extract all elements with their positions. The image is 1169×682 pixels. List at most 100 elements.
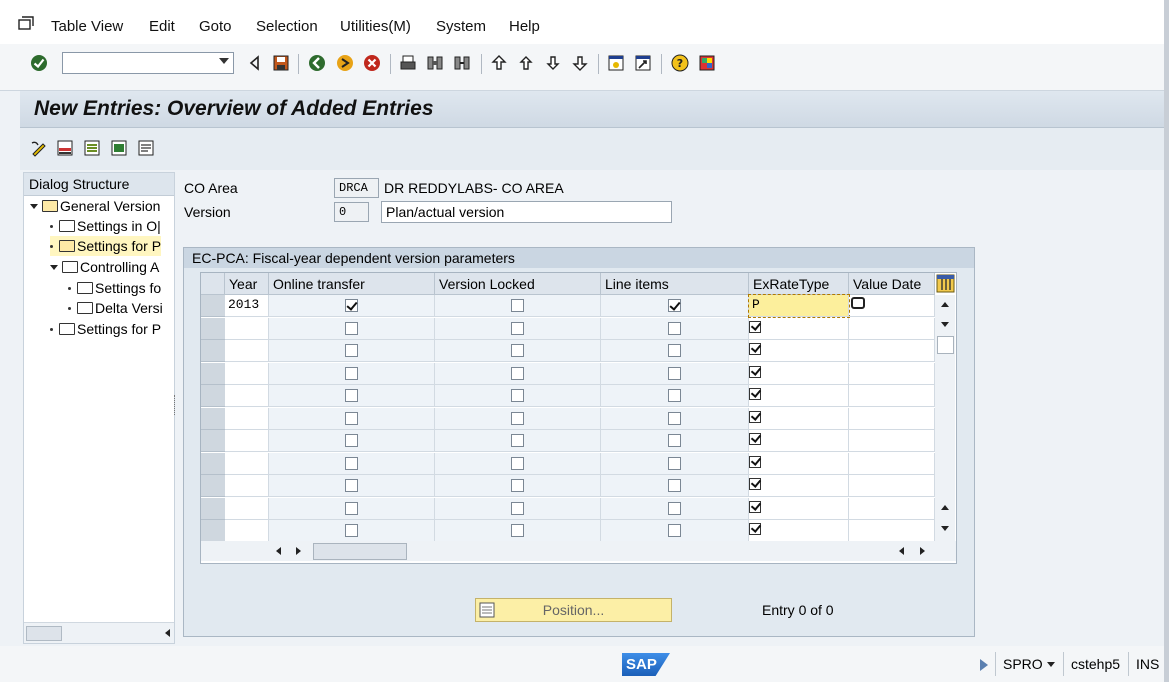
version-locked-cell[interactable] xyxy=(435,452,601,475)
row-selector[interactable] xyxy=(201,452,225,475)
version-locked-cell[interactable] xyxy=(435,362,601,385)
vertical-scroll-thumb[interactable] xyxy=(937,336,954,354)
version-locked-checkbox[interactable] xyxy=(511,411,524,425)
online-transfer-cell[interactable] xyxy=(269,385,435,407)
online-transfer-cell[interactable] xyxy=(269,340,435,362)
scroll-far-right-icon[interactable] xyxy=(920,547,925,555)
scroll-down-icon[interactable] xyxy=(941,322,949,327)
scroll-page-up-icon[interactable] xyxy=(941,505,949,510)
line-items-checkbox[interactable] xyxy=(668,456,681,470)
exratetype-cell[interactable] xyxy=(749,385,849,407)
menu-selection[interactable]: Selection xyxy=(256,18,318,35)
column-header-value-date[interactable]: Value Date xyxy=(849,273,935,295)
line-items-checkbox[interactable] xyxy=(668,366,681,380)
value-date-cell[interactable] xyxy=(849,340,935,362)
insert-mode[interactable]: INS xyxy=(1136,656,1159,672)
tree-item-controlling-area[interactable]: Controlling A xyxy=(50,257,159,277)
f4-help-icon[interactable] xyxy=(749,454,762,468)
line-items-checkbox[interactable] xyxy=(668,299,681,312)
year-cell[interactable] xyxy=(225,407,269,430)
f4-help-icon[interactable] xyxy=(749,364,762,378)
find-next-icon[interactable] xyxy=(453,54,471,72)
year-cell[interactable] xyxy=(225,317,269,340)
exratetype-cell[interactable] xyxy=(749,407,849,430)
exratetype-cell[interactable] xyxy=(749,340,849,362)
exratetype-cell[interactable] xyxy=(749,475,849,497)
value-date-cell[interactable] xyxy=(849,385,935,407)
row-selector[interactable] xyxy=(201,475,225,497)
line-items-checkbox[interactable] xyxy=(668,321,681,335)
customize-layout-icon[interactable] xyxy=(698,54,716,72)
version-locked-cell[interactable] xyxy=(435,430,601,452)
menu-system[interactable]: System xyxy=(436,18,486,35)
shortcut-icon[interactable] xyxy=(634,54,652,72)
save-icon[interactable] xyxy=(272,54,290,72)
line-items-checkbox[interactable] xyxy=(668,389,681,402)
scroll-up-icon[interactable] xyxy=(941,302,949,307)
value-date-cell[interactable] xyxy=(849,407,935,430)
value-date-cell[interactable] xyxy=(849,362,935,385)
status-expand-icon[interactable] xyxy=(980,659,988,671)
exratetype-cell[interactable] xyxy=(749,520,849,542)
line-items-checkbox[interactable] xyxy=(668,524,681,537)
online-transfer-checkbox[interactable] xyxy=(345,321,358,335)
table-vertical-scrollbar[interactable] xyxy=(935,295,955,541)
online-transfer-checkbox[interactable] xyxy=(345,411,358,425)
version-locked-cell[interactable] xyxy=(435,295,601,317)
line-items-cell[interactable] xyxy=(601,497,749,520)
calendar-help-icon[interactable] xyxy=(851,297,865,309)
online-transfer-cell[interactable] xyxy=(269,430,435,452)
line-items-checkbox[interactable] xyxy=(668,434,681,447)
version-locked-checkbox[interactable] xyxy=(511,344,524,357)
line-items-cell[interactable] xyxy=(601,407,749,430)
display-change-icon[interactable] xyxy=(30,139,48,157)
tree-item-settings-fo[interactable]: Settings fo xyxy=(68,278,161,298)
row-selector[interactable] xyxy=(201,295,225,317)
column-header-exratetype[interactable]: ExRateType xyxy=(749,273,849,295)
menu-table-view[interactable]: Table View xyxy=(51,18,123,35)
help-icon[interactable]: ? xyxy=(671,54,689,72)
last-page-icon[interactable] xyxy=(571,54,589,72)
line-items-cell[interactable] xyxy=(601,520,749,542)
delete-icon[interactable] xyxy=(110,139,128,157)
exratetype-cell[interactable] xyxy=(749,317,849,340)
exratetype-cell[interactable] xyxy=(749,430,849,452)
table-settings-icon[interactable] xyxy=(936,274,955,293)
tree-item-settings-in-op[interactable]: Settings in O| xyxy=(50,216,161,236)
column-header-year[interactable]: Year xyxy=(225,273,269,295)
scroll-left-icon[interactable] xyxy=(165,629,170,637)
line-items-cell[interactable] xyxy=(601,452,749,475)
expand-icon[interactable] xyxy=(30,204,38,209)
line-items-cell[interactable] xyxy=(601,362,749,385)
chevron-down-icon[interactable] xyxy=(219,58,229,64)
select-all-header[interactable] xyxy=(201,273,225,295)
line-items-checkbox[interactable] xyxy=(668,479,681,492)
copy-as-icon[interactable] xyxy=(83,139,101,157)
year-cell[interactable]: 2013 xyxy=(225,295,269,317)
expand-icon[interactable] xyxy=(50,265,58,270)
online-transfer-checkbox[interactable] xyxy=(345,501,358,515)
line-items-cell[interactable] xyxy=(601,430,749,452)
find-icon[interactable] xyxy=(426,54,444,72)
cancel-icon[interactable] xyxy=(363,54,381,72)
tree-item-general-version[interactable]: General Version xyxy=(30,196,160,216)
online-transfer-cell[interactable] xyxy=(269,407,435,430)
next-page-icon[interactable] xyxy=(544,54,562,72)
tree-item-delta-version[interactable]: Delta Versi xyxy=(68,298,163,318)
line-items-cell[interactable] xyxy=(601,385,749,407)
online-transfer-cell[interactable] xyxy=(269,452,435,475)
value-date-cell[interactable] xyxy=(849,295,935,317)
new-entries-icon[interactable] xyxy=(56,139,74,157)
online-transfer-checkbox[interactable] xyxy=(345,366,358,380)
online-transfer-cell[interactable] xyxy=(269,317,435,340)
menu-edit[interactable]: Edit xyxy=(149,18,175,35)
online-transfer-checkbox[interactable] xyxy=(345,524,358,537)
row-selector[interactable] xyxy=(201,317,225,340)
online-transfer-cell[interactable] xyxy=(269,362,435,385)
f4-help-icon[interactable] xyxy=(749,477,762,490)
year-cell[interactable] xyxy=(225,497,269,520)
table-horizontal-scrollbar[interactable] xyxy=(201,541,956,561)
value-date-cell[interactable] xyxy=(849,452,935,475)
scroll-right-icon[interactable] xyxy=(296,547,301,555)
scroll-page-down-icon[interactable] xyxy=(941,526,949,531)
